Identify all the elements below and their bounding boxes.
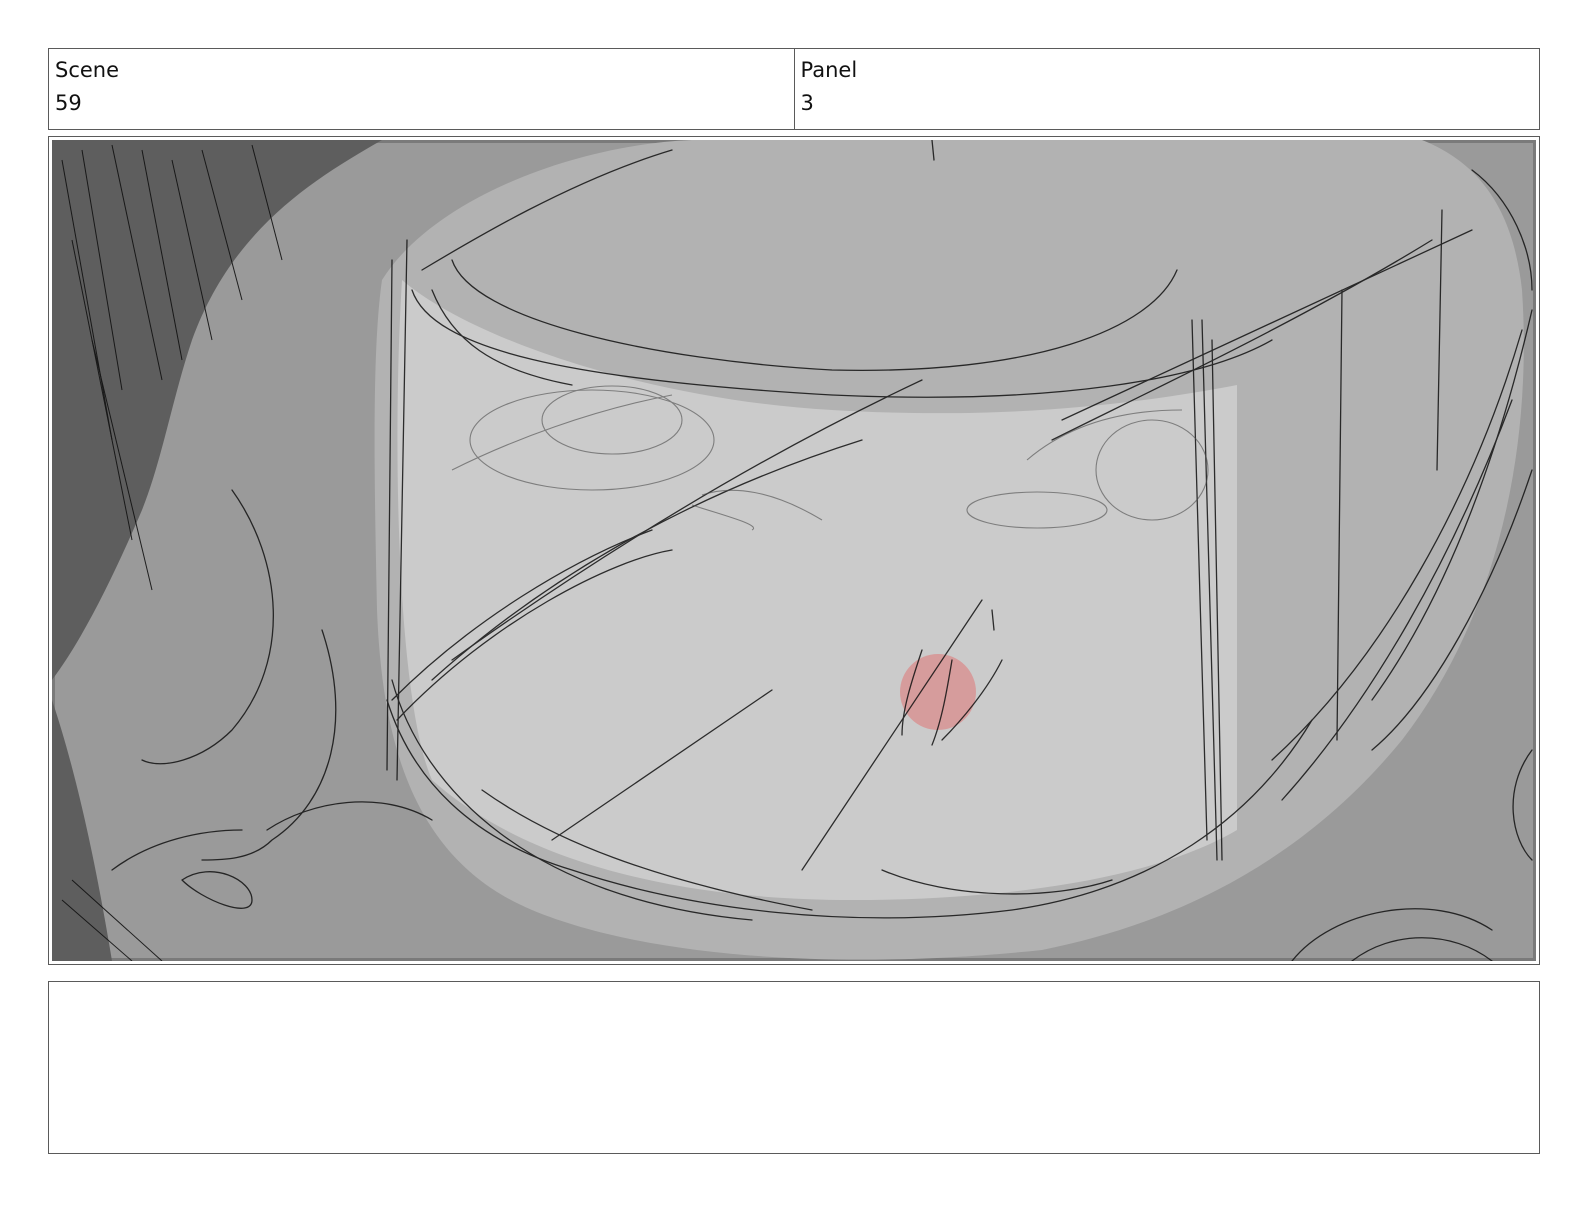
storyboard-sketch (52, 140, 1536, 961)
panel-label: Panel (800, 58, 858, 82)
scene-label: Scene (55, 58, 120, 82)
panel-number: 3 (800, 91, 814, 115)
scene-cell: Scene 59 (49, 49, 794, 129)
storyboard-frame (48, 136, 1540, 965)
panel-header: Scene 59 Panel 3 (48, 48, 1540, 130)
scene-number: 59 (55, 91, 82, 115)
notes-box (48, 981, 1540, 1154)
panel-cell: Panel 3 (793, 49, 1540, 129)
